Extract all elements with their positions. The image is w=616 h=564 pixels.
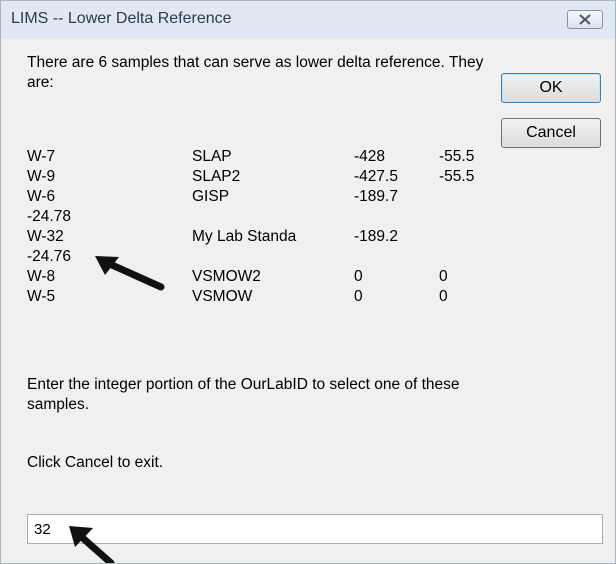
sample-delta1: -428 [354, 148, 386, 165]
dialog-content: There are 6 samples that can serve as lo… [1, 39, 615, 563]
sample-delta1: -189.7 [354, 188, 398, 205]
window-title: LIMS -- Lower Delta Reference [11, 10, 232, 27]
sample-id: W-5 [27, 288, 56, 305]
sample-id: W-32 [27, 228, 64, 245]
sample-delta1: 0 [354, 288, 363, 305]
sample-row: -24.78 [27, 207, 497, 227]
sample-name: VSMOW2 [192, 268, 261, 285]
instructions-message: Enter the integer portion of the OurLabI… [27, 376, 460, 413]
sample-row: W-7 SLAP -428 -55.5 [27, 147, 497, 167]
sample-delta2: -55.5 [439, 148, 475, 165]
sample-row: W-9 SLAP2 -427.5 -55.5 [27, 167, 497, 187]
sample-id: W-9 [27, 168, 56, 185]
sample-name: GISP [192, 188, 230, 205]
ok-button[interactable]: OK [501, 73, 601, 103]
sample-id: W-8 [27, 268, 56, 285]
sample-row: W-32 My Lab Standa -189.2 [27, 227, 497, 247]
sample-delta2: 0 [439, 288, 448, 305]
sample-name: SLAP [192, 148, 232, 165]
title-bar: LIMS -- Lower Delta Reference [1, 1, 615, 39]
sample-id: W-7 [27, 148, 56, 165]
sample-id: -24.76 [27, 248, 71, 265]
sample-id: W-6 [27, 188, 56, 205]
sample-delta1: -427.5 [354, 168, 398, 185]
cancel-note: Click Cancel to exit. [27, 454, 164, 471]
sample-delta1: -189.2 [354, 228, 398, 245]
close-icon [579, 14, 591, 25]
sample-name: My Lab Standa [192, 228, 297, 245]
intro-message: There are 6 samples that can serve as lo… [27, 54, 484, 91]
sample-name: SLAP2 [192, 168, 241, 185]
arrow-icon [69, 526, 115, 563]
sample-delta1: 0 [354, 268, 363, 285]
sample-delta2: 0 [439, 268, 448, 285]
sample-row: W-6 GISP -189.7 [27, 187, 497, 207]
dialog-window: LIMS -- Lower Delta Reference There are … [0, 0, 616, 564]
close-button[interactable] [567, 10, 603, 29]
cancel-button[interactable]: Cancel [501, 118, 601, 148]
arrow-icon [95, 256, 165, 291]
sample-name: VSMOW [192, 288, 253, 305]
sample-delta2: -55.5 [439, 168, 475, 185]
sample-id: -24.78 [27, 208, 71, 225]
